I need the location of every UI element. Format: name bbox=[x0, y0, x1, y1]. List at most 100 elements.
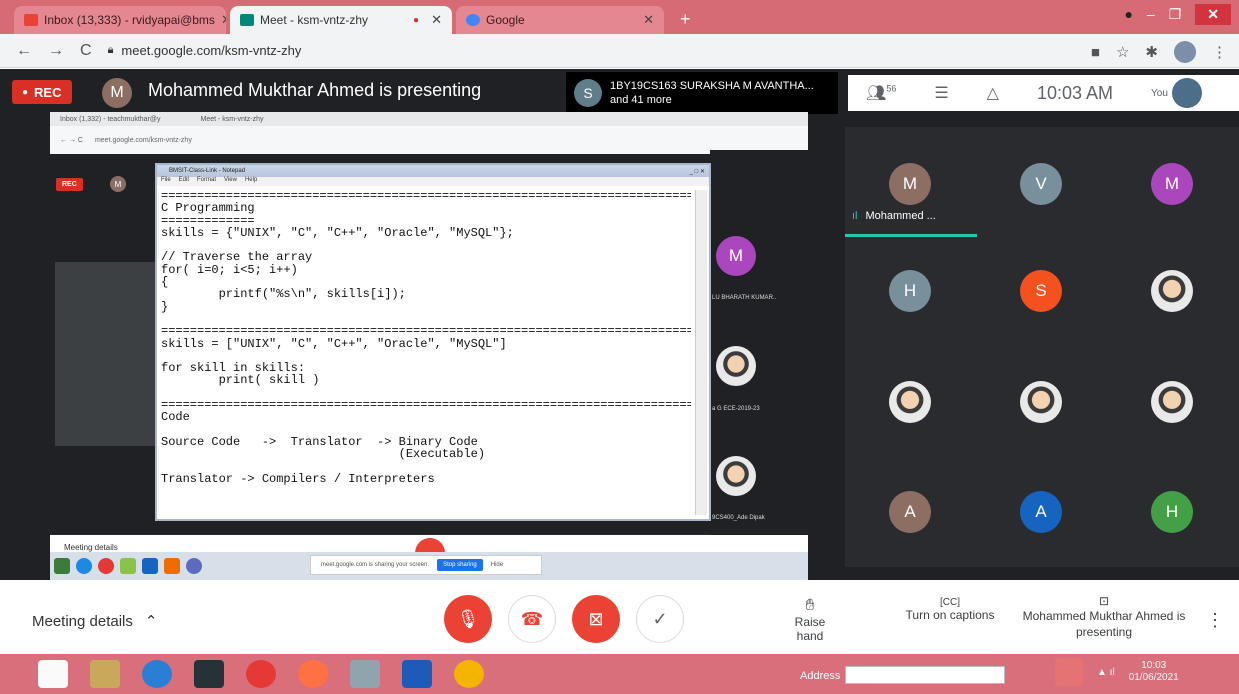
tray-app-icon[interactable] bbox=[1055, 658, 1083, 686]
file-icon[interactable] bbox=[38, 660, 68, 688]
tab-meet[interactable]: Meet - ksm-vntz-zhy ● ✕ bbox=[230, 6, 452, 34]
chat-icon[interactable]: ☰ bbox=[934, 83, 948, 103]
minimize-icon[interactable]: – bbox=[1147, 6, 1155, 22]
pinned-name: 1BY19CS163 SURAKSHA M AVANTHA... bbox=[610, 80, 814, 92]
image-icon[interactable] bbox=[350, 660, 380, 688]
hang-up-icon: ☎︎ bbox=[520, 608, 544, 629]
new-tab-button[interactable]: + bbox=[680, 9, 691, 30]
participant-tile[interactable]: H bbox=[1151, 491, 1193, 533]
extensions-icon[interactable]: ✱ bbox=[1145, 43, 1158, 61]
chrome-icon[interactable] bbox=[454, 660, 484, 688]
notepad-menu-item: File bbox=[161, 177, 171, 183]
shared-presenter-avatar: M bbox=[110, 176, 126, 192]
camera-off-button[interactable]: ⊠ bbox=[572, 595, 620, 643]
terminal-icon[interactable] bbox=[194, 660, 224, 688]
participant-tile[interactable]: A bbox=[889, 491, 931, 533]
participant-tile[interactable]: S bbox=[1020, 270, 1062, 312]
word-icon[interactable] bbox=[402, 660, 432, 688]
opera-icon[interactable] bbox=[246, 660, 276, 688]
notepad-title-bar: BMSIT-Class-Link - Notepad _ □ ✕ bbox=[157, 165, 709, 177]
self-avatar[interactable] bbox=[1171, 78, 1202, 108]
shared-meeting-details: Meeting details bbox=[64, 542, 118, 552]
url-field[interactable]: 🔒︎ meet.google.com/ksm-vntz-zhy bbox=[108, 43, 302, 58]
hide-button: Hide bbox=[490, 562, 504, 568]
participant-tile[interactable] bbox=[1151, 381, 1193, 423]
rec-label: REC bbox=[34, 84, 62, 100]
check-button[interactable]: ✓ bbox=[636, 595, 684, 643]
participant-tile[interactable]: A bbox=[1020, 491, 1062, 533]
url-text: meet.google.com/ksm-vntz-zhy bbox=[121, 43, 302, 58]
profile-icon[interactable]: ● bbox=[1124, 6, 1132, 22]
notepad-menu: File Edit Format View Help bbox=[157, 177, 709, 186]
participant-tile[interactable] bbox=[889, 381, 931, 423]
notepad-text: ========================================… bbox=[161, 190, 691, 486]
shared-gray-tile bbox=[55, 262, 165, 446]
pinned-participants[interactable]: S 1BY19CS163 SURAKSHA M AVANTHA... and 4… bbox=[566, 72, 838, 114]
close-icon[interactable]: ✕ bbox=[431, 12, 442, 28]
menu-icon[interactable]: ⋮ bbox=[1212, 43, 1227, 61]
tab-gmail[interactable]: Inbox (13,333) - rvidyapai@bms ✕ bbox=[14, 6, 226, 34]
close-icon[interactable]: ✕ bbox=[643, 12, 654, 28]
participants-icon[interactable]: 👥︎56 bbox=[866, 83, 896, 103]
reload-icon[interactable]: C bbox=[80, 42, 92, 60]
pinned-avatar: S bbox=[574, 79, 602, 107]
mic-off-button[interactable]: 🎙︎ bbox=[444, 595, 492, 643]
shared-side-label: a G ECE-2019-23 bbox=[712, 406, 760, 412]
speaking-indicator: ıl Mohammed ... bbox=[852, 210, 936, 222]
activities-icon[interactable]: △ bbox=[987, 83, 999, 103]
presenter-title: Mohammed Mukthar Ahmed is presenting bbox=[148, 80, 482, 100]
more-options-icon[interactable]: ⋮ bbox=[1206, 610, 1224, 631]
meet-clock: 10:03 AM bbox=[1036, 82, 1114, 103]
tab-google[interactable]: Google ✕ bbox=[456, 6, 664, 34]
participant-tile[interactable] bbox=[1020, 381, 1062, 423]
speaking-highlight bbox=[845, 234, 977, 237]
audio-level-icon: ıl bbox=[852, 210, 858, 222]
address-bar: ← → C 🔒︎ meet.google.com/ksm-vntz-zhy bbox=[0, 34, 1239, 68]
record-dot-icon: ● bbox=[22, 86, 29, 98]
notepad-menu-item: Help bbox=[244, 177, 258, 183]
notepad-menu-item: Edit bbox=[178, 177, 190, 183]
notepad-icon[interactable] bbox=[90, 660, 120, 688]
back-icon[interactable]: ← bbox=[16, 42, 32, 60]
close-window-icon[interactable]: ✕ bbox=[1195, 3, 1231, 25]
taskbar-address-field[interactable] bbox=[845, 666, 1005, 684]
raise-hand-label: Raise hand bbox=[794, 615, 826, 643]
close-icon[interactable]: ✕ bbox=[221, 12, 226, 28]
leave-call-button[interactable]: ☎︎ bbox=[508, 595, 556, 643]
participant-tile[interactable]: M bbox=[889, 163, 931, 205]
tray-time: 10:03 bbox=[1141, 660, 1167, 671]
star-icon[interactable]: ☆ bbox=[1116, 43, 1129, 61]
notepad-menu-item: Format bbox=[197, 177, 217, 183]
captions-button[interactable]: [CC] Turn on captions bbox=[896, 597, 1004, 622]
participant-tile[interactable]: M bbox=[1151, 163, 1193, 205]
hand-icon: ✋︎ bbox=[805, 597, 815, 614]
shared-tab-label: Inbox (1,332) - teachmukthar@y bbox=[60, 115, 161, 123]
shared-tab-strip: Inbox (1,332) - teachmukthar@y Meet - ks… bbox=[50, 112, 808, 126]
you-label: You bbox=[1151, 87, 1168, 99]
raise-hand-button[interactable]: ✋︎ Raise hand bbox=[780, 597, 840, 643]
shared-url: meet.google.com/ksm-vntz-zhy bbox=[94, 136, 192, 144]
shared-side-photo bbox=[716, 346, 756, 386]
google-icon bbox=[466, 14, 480, 26]
recording-dot-icon: ● bbox=[413, 14, 420, 26]
camera-off-icon: ⊠ bbox=[588, 608, 604, 629]
pinned-more: and 41 more bbox=[610, 94, 672, 106]
maximize-icon[interactable]: ❐ bbox=[1169, 6, 1182, 23]
window-controls: ● – ❐ ✕ bbox=[1124, 0, 1239, 28]
screen-sharing-bar: meet.google.com is sharing your screen. … bbox=[310, 555, 542, 575]
recording-badge: ● REC bbox=[12, 80, 72, 104]
meeting-details-button[interactable]: Meeting details ⌃ bbox=[32, 612, 157, 631]
participant-tile[interactable] bbox=[1151, 270, 1193, 312]
presenting-button[interactable]: ⊡ Mohammed Mukthar Ahmed is presenting bbox=[1022, 594, 1186, 640]
participant-tile[interactable]: V bbox=[1020, 163, 1062, 205]
captions-label: Turn on captions bbox=[905, 608, 995, 622]
camera-icon[interactable]: ■ bbox=[1091, 44, 1100, 61]
tab-label: Meet - ksm-vntz-zhy bbox=[260, 13, 369, 27]
profile-avatar[interactable] bbox=[1174, 41, 1196, 63]
network-icon[interactable]: ▲ ıl bbox=[1097, 667, 1115, 678]
ie-icon[interactable] bbox=[142, 660, 172, 688]
participant-tile[interactable]: H bbox=[889, 270, 931, 312]
forward-icon[interactable]: → bbox=[48, 42, 64, 60]
notepad-scrollbar bbox=[695, 190, 707, 515]
firefox-icon[interactable] bbox=[298, 660, 328, 688]
